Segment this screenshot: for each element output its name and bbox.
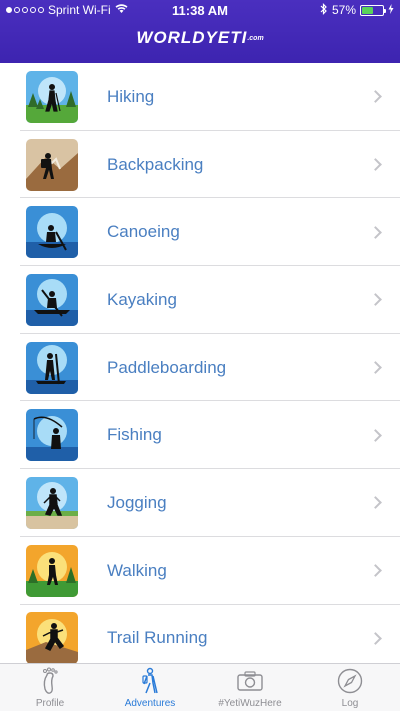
battery-icon: [360, 4, 386, 16]
canoe-icon: [26, 206, 78, 259]
list-item-paddleboarding[interactable]: Paddleboarding: [0, 334, 400, 402]
chevron-right-icon: [369, 428, 382, 442]
list-item-label: Kayaking: [107, 289, 177, 309]
list-item-trail-running[interactable]: Trail Running: [0, 605, 400, 663]
tab-label: Log: [341, 698, 359, 709]
chevron-right-icon: [369, 225, 382, 239]
wifi-icon: [115, 3, 128, 17]
fishing-icon: [26, 409, 78, 462]
list-item-label: Fishing: [107, 425, 162, 445]
list-item-label: Paddleboarding: [107, 357, 227, 377]
status-bar: Sprint Wi-Fi 11:38 AM 57%: [0, 0, 400, 20]
tab-log[interactable]: Log: [300, 664, 400, 711]
chevron-right-icon: [369, 361, 382, 374]
list-item-label: Backpacking: [107, 154, 204, 174]
list-item-jogging[interactable]: Jogging: [0, 469, 400, 537]
jogger-icon: [26, 476, 78, 529]
bluetooth-icon: [320, 2, 328, 18]
list-item-fishing[interactable]: Fishing: [0, 401, 400, 469]
walker-icon: [26, 544, 78, 597]
kayak-icon: [26, 273, 78, 326]
list-item-kayaking[interactable]: Kayaking: [0, 266, 400, 334]
chevron-right-icon: [369, 631, 382, 645]
status-left: Sprint Wi-Fi: [6, 3, 146, 17]
list-item-label: Canoeing: [107, 222, 180, 242]
app-header: Sprint Wi-Fi 11:38 AM 57% WORLDYETI.com: [0, 0, 400, 63]
battery-percent: 57%: [331, 3, 356, 17]
list-item-walking[interactable]: Walking: [0, 537, 400, 605]
battery-fill: [362, 6, 374, 14]
hiker-icon: [135, 666, 165, 696]
list-item-label: Jogging: [107, 492, 167, 512]
app-logo: WORLDYETI.com: [0, 28, 400, 48]
camera-icon: [235, 666, 265, 696]
hiker-icon: [26, 70, 78, 123]
backpacker-icon: [26, 138, 78, 191]
tab-adventures[interactable]: Adventures: [100, 664, 200, 711]
status-right: 57%: [254, 2, 394, 18]
signal-icon: [6, 7, 44, 13]
footprint-icon: [35, 666, 65, 696]
tab-label: Profile: [35, 698, 65, 709]
logo-text: WORLDYETI: [136, 28, 248, 47]
status-time: 11:38 AM: [172, 2, 228, 18]
tab-yetiwuzhere[interactable]: #YetiWuzHere: [200, 664, 300, 711]
list-item-backpacking[interactable]: Backpacking: [0, 131, 400, 199]
compass-icon: [335, 666, 365, 696]
paddleboard-icon: [26, 341, 78, 394]
chevron-right-icon: [369, 496, 382, 510]
list-item-label: Trail Running: [107, 628, 208, 648]
trail-runner-icon: [26, 612, 78, 663]
list-item-hiking[interactable]: Hiking: [0, 63, 400, 131]
charging-icon: [388, 3, 394, 17]
tab-profile[interactable]: Profile: [0, 664, 100, 711]
chevron-right-icon: [369, 158, 382, 171]
activities-list: Hiking Backpacking Canoeing Kayaking Pad…: [0, 63, 400, 663]
chevron-right-icon: [369, 293, 382, 307]
tab-bar: Profile Adventures #YetiWuzHere Log: [0, 663, 400, 711]
list-item-label: Hiking: [107, 86, 155, 106]
chevron-right-icon: [369, 564, 382, 578]
list-item-label: Walking: [107, 560, 167, 580]
tab-label: Adventures: [124, 698, 176, 709]
carrier-label: Sprint Wi-Fi: [48, 3, 111, 17]
logo-suffix: .com: [247, 35, 264, 43]
tab-label: #YetiWuzHere: [218, 698, 282, 709]
list-item-canoeing[interactable]: Canoeing: [0, 198, 400, 266]
chevron-right-icon: [369, 90, 382, 104]
